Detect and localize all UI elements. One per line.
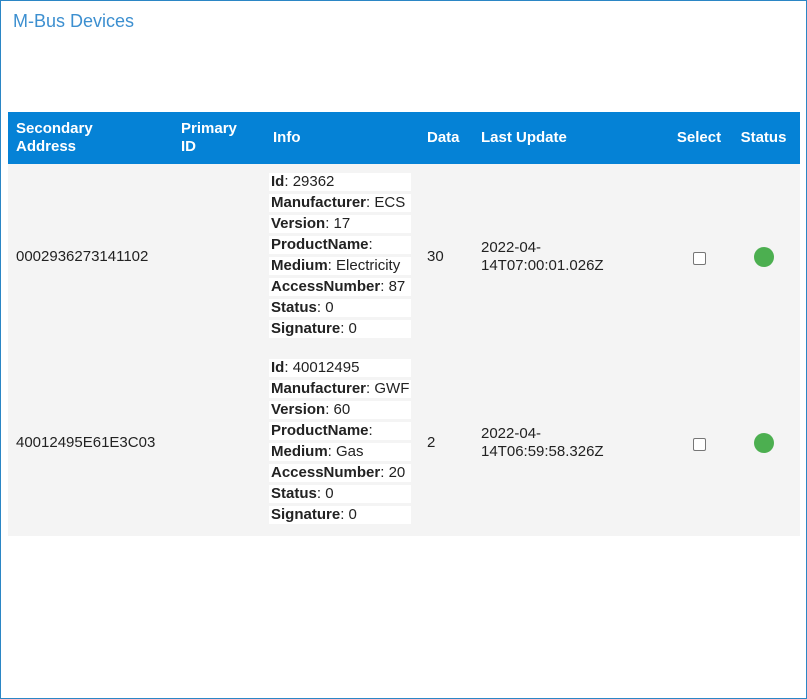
status-cell [727, 164, 800, 350]
info-list: Id: 29362 Manufacturer: ECS Version: 17 … [269, 173, 411, 338]
data-cell: 2 [427, 434, 436, 451]
secondary-address-cell: 40012495E61E3C03 [16, 434, 156, 451]
status-indicator-icon [753, 247, 774, 267]
last-update-cell: 2022-04- 14T07:00:01.026Z [481, 239, 604, 274]
header-data[interactable]: Data [419, 112, 473, 164]
select-cell [671, 164, 727, 350]
data-cell: 30 [427, 248, 444, 265]
select-checkbox[interactable] [692, 251, 706, 265]
table-row: 40012495E61E3C03 Id: 40012495 Manufactur… [8, 350, 800, 536]
info-version: Version: 17 [269, 215, 411, 233]
info-id: Id: 29362 [269, 173, 411, 191]
info-id: Id: 40012495 [269, 359, 411, 377]
info-status: Status: 0 [269, 485, 411, 503]
info-accessnumber: AccessNumber: 87 [269, 278, 411, 296]
info-accessnumber: AccessNumber: 20 [269, 464, 411, 482]
select-checkbox[interactable] [692, 437, 706, 451]
info-productname: ProductName: [269, 422, 411, 440]
info-signature: Signature: 0 [269, 506, 411, 524]
devices-table: Secondary Address Primary ID Info Data L… [8, 112, 800, 536]
info-productname: ProductName: [269, 236, 411, 254]
header-last-update[interactable]: Last Update [473, 112, 671, 164]
info-medium: Medium: Gas [269, 443, 411, 461]
info-manufacturer: Manufacturer: ECS [269, 194, 411, 212]
info-cell: Id: 29362 Manufacturer: ECS Version: 17 … [265, 164, 419, 350]
secondary-address-cell: 0002936273141102 [16, 248, 149, 265]
info-signature: Signature: 0 [269, 320, 411, 338]
info-version: Version: 60 [269, 401, 411, 419]
table-row: 0002936273141102 Id: 29362 Manufacturer:… [8, 164, 800, 350]
info-status: Status: 0 [269, 299, 411, 317]
primary-id-cell [173, 164, 265, 350]
last-update-cell: 2022-04- 14T06:59:58.326Z [481, 425, 604, 460]
header-status[interactable]: Status [727, 112, 800, 164]
status-cell [727, 350, 800, 536]
header-primary-id[interactable]: Primary ID [173, 112, 265, 164]
status-indicator-icon [753, 433, 774, 453]
app-frame: M-Bus Devices Secondary Address Primary … [0, 0, 807, 699]
table-header-row: Secondary Address Primary ID Info Data L… [8, 112, 800, 164]
page-title: M-Bus Devices [13, 11, 135, 31]
header-secondary-address[interactable]: Secondary Address [8, 112, 173, 164]
header-info[interactable]: Info [265, 112, 419, 164]
header-select[interactable]: Select [671, 112, 727, 164]
info-cell: Id: 40012495 Manufacturer: GWF Version: … [265, 350, 419, 536]
info-manufacturer: Manufacturer: GWF [269, 380, 411, 398]
primary-id-cell [173, 350, 265, 536]
info-list: Id: 40012495 Manufacturer: GWF Version: … [269, 359, 411, 524]
select-cell [671, 350, 727, 536]
info-medium: Medium: Electricity [269, 257, 411, 275]
